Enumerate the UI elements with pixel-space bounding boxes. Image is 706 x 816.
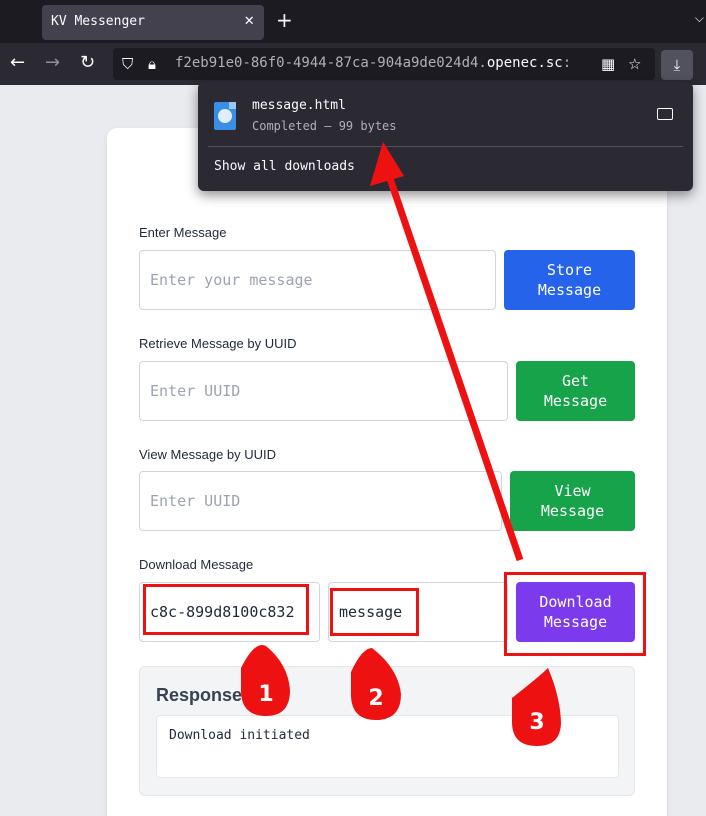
arrow-head <box>370 142 404 186</box>
annotation-marker-3: 3 <box>529 710 545 735</box>
annotation-marker-2: 2 <box>368 686 384 711</box>
arrow-to-download-panel <box>379 156 524 562</box>
annotation-marker-1: 1 <box>258 682 274 707</box>
